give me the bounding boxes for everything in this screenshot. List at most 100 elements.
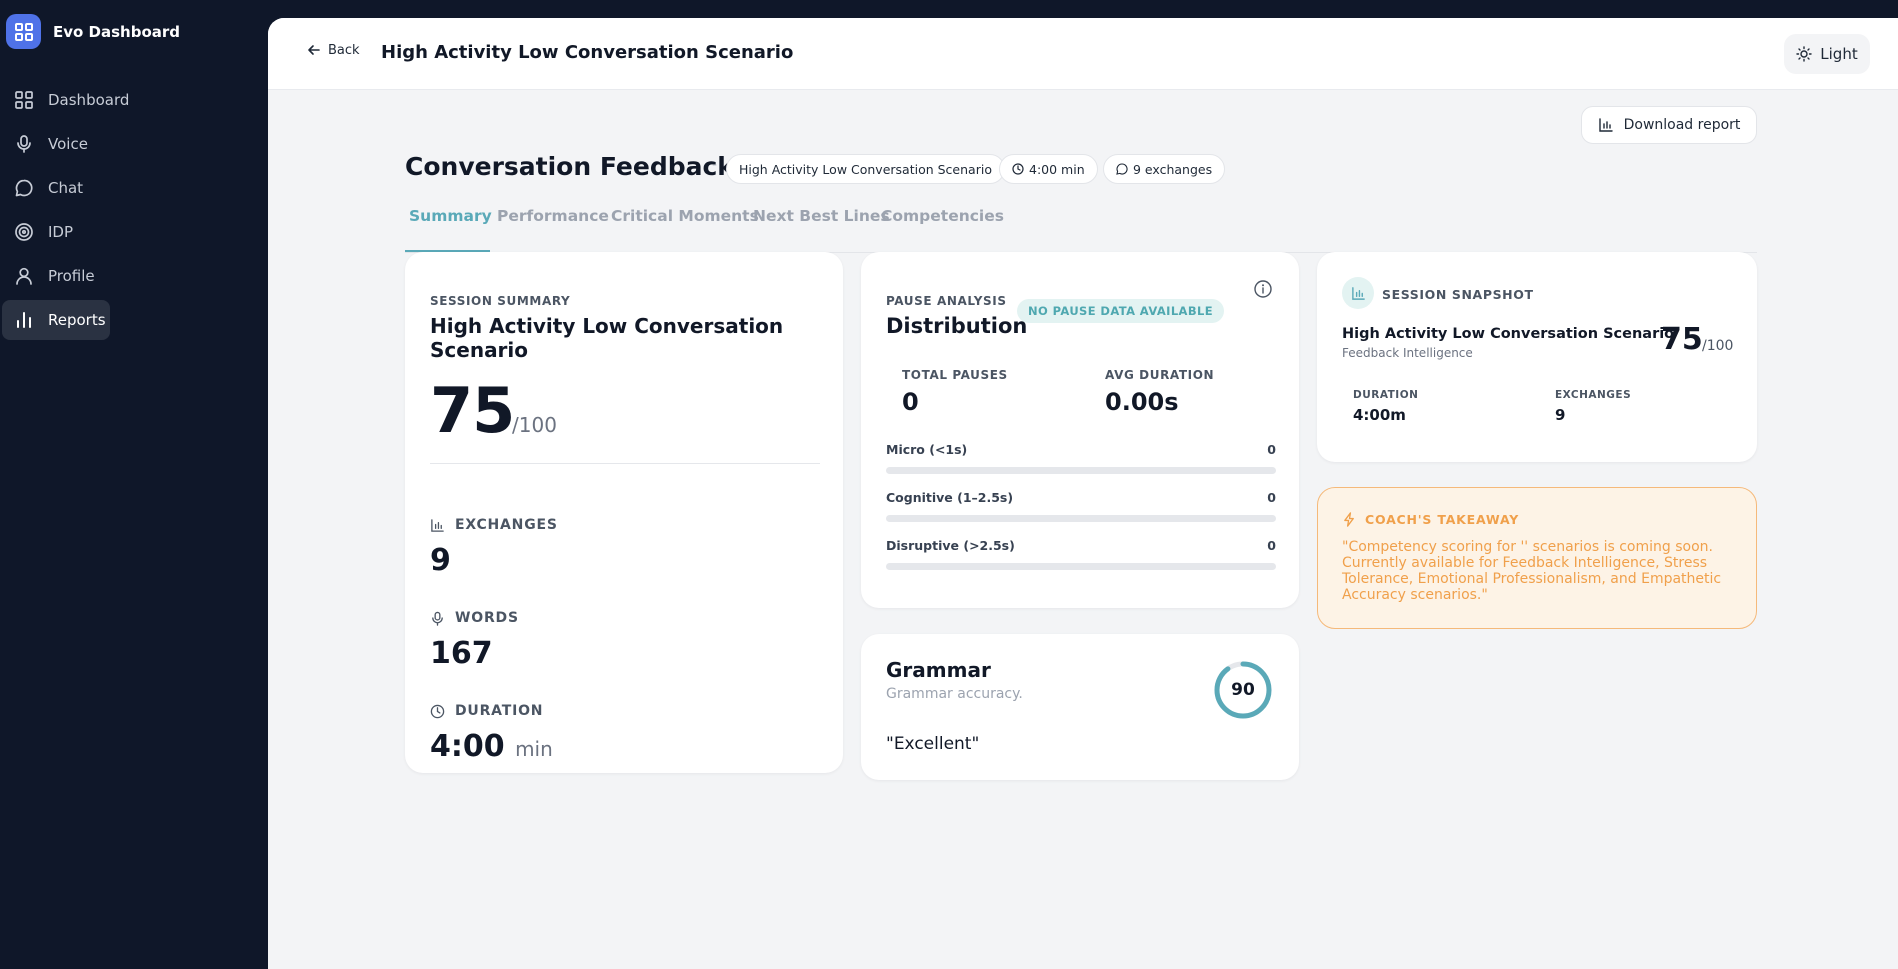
info-icon[interactable] <box>1253 279 1273 303</box>
grammar-title: Grammar <box>886 658 991 682</box>
user-icon <box>16 267 32 285</box>
duration-stat-label: DURATION <box>430 703 543 719</box>
bar-chart-icon <box>431 518 444 532</box>
session-snapshot-card: SESSION SNAPSHOT High Activity Low Conve… <box>1317 252 1757 462</box>
sidebar-item-dashboard[interactable]: Dashboard <box>2 80 129 120</box>
exchanges-chip-label: 9 exchanges <box>1133 161 1213 177</box>
session-summary-card: SESSION SUMMARY High Activity Low Conver… <box>405 252 843 773</box>
app-name: Evo Dashboard <box>53 22 181 41</box>
exchanges-value: 9 <box>430 543 451 578</box>
session-score-max: /100 <box>512 413 557 437</box>
exchanges-stat-label: EXCHANGES <box>430 517 558 533</box>
snapshot-label: SESSION SNAPSHOT <box>1382 287 1534 302</box>
bar-track <box>886 515 1276 522</box>
total-pauses-label: TOTAL PAUSES <box>902 368 1008 382</box>
sidebar-item-label: Chat <box>48 179 84 197</box>
arrow-left-icon <box>308 45 320 55</box>
target-icon <box>15 223 33 241</box>
chat-bubble-icon <box>15 179 33 197</box>
bar-label: Cognitive (1–2.5s) <box>886 490 1014 505</box>
exchanges-label: EXCHANGES <box>455 517 558 533</box>
pause-analysis-label: PAUSE ANALYSIS <box>886 294 1007 308</box>
title-separator: - <box>712 157 718 173</box>
words-stat-label: WORDS <box>430 610 519 626</box>
sidebar-nav: Dashboard Voice Chat IDP Profile Reports <box>2 80 264 344</box>
bar-value: 0 <box>1267 490 1276 505</box>
snapshot-score-max: /100 <box>1702 338 1734 354</box>
total-pauses-value: 0 <box>902 388 919 416</box>
session-summary-label: SESSION SUMMARY <box>430 294 571 308</box>
no-data-badge: NO PAUSE DATA AVAILABLE <box>1017 299 1225 323</box>
bar-label: Disruptive (>2.5s) <box>886 538 1015 553</box>
tab-next-best-lines[interactable]: Next Best Lines <box>753 204 890 252</box>
sidebar-item-profile[interactable]: Profile <box>2 256 110 296</box>
sidebar-item-reports[interactable]: Reports <box>2 300 110 340</box>
download-report-button[interactable]: Download report <box>1581 106 1757 144</box>
sidebar-item-voice[interactable]: Voice <box>2 124 110 164</box>
grammar-card: Grammar Grammar accuracy. 90 "Excellent" <box>861 634 1299 780</box>
back-label: Back <box>328 42 360 58</box>
main-panel: Back High Activity Low Conversation Scen… <box>268 18 1898 969</box>
scenario-chip-label: High Activity Low Conversation Scenario <box>739 161 992 177</box>
download-label: Download report <box>1623 117 1741 133</box>
sidebar-item-idp[interactable]: IDP <box>2 212 110 252</box>
duration-number: 4:00 <box>430 729 505 764</box>
coach-takeaway-card: COACH'S TAKEAWAY "Competency scoring for… <box>1317 487 1757 629</box>
tab-performance[interactable]: Performance <box>497 204 609 252</box>
duration-unit: min <box>515 737 553 761</box>
chat-bubble-icon <box>1116 163 1128 175</box>
header-title: High Activity Low Conversation Scenario <box>381 42 794 63</box>
distribution-title: Distribution <box>886 314 1028 338</box>
sidebar-item-label: Reports <box>48 311 106 329</box>
duration-label: DURATION <box>455 703 544 719</box>
sidebar: Evo Dashboard Dashboard Voice Chat IDP P… <box>0 0 268 969</box>
exchanges-chip: 9 exchanges <box>1103 154 1226 184</box>
session-summary-title: High Activity Low Conversation Scenario <box>430 314 784 362</box>
bar-chart-icon <box>17 312 31 328</box>
duration-chip: 4:00 min <box>999 154 1098 184</box>
scenario-chip: High Activity Low Conversation Scenario <box>726 154 1005 184</box>
words-value: 167 <box>430 636 493 671</box>
tab-summary[interactable]: Summary <box>405 204 492 252</box>
sidebar-item-label: IDP <box>48 223 74 241</box>
grid-icon <box>15 91 33 109</box>
bar-value: 0 <box>1267 442 1276 457</box>
grammar-quote: "Excellent" <box>886 734 980 754</box>
divider <box>430 463 820 464</box>
sidebar-item-chat[interactable]: Chat <box>2 168 110 208</box>
theme-label: Light <box>1820 45 1858 63</box>
sun-icon <box>1796 46 1812 62</box>
pause-bar-cognitive: Cognitive (1–2.5s) 0 <box>886 490 1276 522</box>
words-label: WORDS <box>455 610 519 626</box>
mic-icon <box>432 611 443 626</box>
duration-chip-label: 4:00 min <box>1029 161 1085 177</box>
theme-toggle-button[interactable]: Light <box>1784 34 1870 74</box>
pause-bar-disruptive: Disruptive (>2.5s) 0 <box>886 538 1276 570</box>
snapshot-exchanges-label: EXCHANGES <box>1555 389 1632 401</box>
avg-duration-value: 0.00s <box>1105 388 1179 416</box>
clock-icon <box>1012 163 1024 175</box>
grammar-score-ring: 90 <box>1213 660 1273 720</box>
coach-text: "Competency scoring for '' scenarios is … <box>1342 539 1722 603</box>
tab-competencies[interactable]: Competencies <box>881 204 1004 252</box>
bar-value: 0 <box>1267 538 1276 553</box>
bar-label: Micro (<1s) <box>886 442 968 457</box>
snapshot-duration-label: DURATION <box>1353 389 1419 401</box>
tab-critical-moments[interactable]: Critical Moments <box>611 204 759 252</box>
sidebar-item-label: Dashboard <box>48 91 130 109</box>
bar-chart-icon <box>1342 277 1374 309</box>
lightning-icon <box>1344 512 1354 527</box>
pause-analysis-card: PAUSE ANALYSIS Distribution NO PAUSE DAT… <box>861 252 1299 608</box>
bar-chart-icon <box>1598 118 1613 132</box>
back-button[interactable]: Back <box>306 42 360 58</box>
snapshot-subtitle: Feedback Intelligence <box>1342 346 1473 360</box>
page-title: Conversation Feedback <box>405 152 734 181</box>
sidebar-item-label: Voice <box>48 135 88 153</box>
brand[interactable]: Evo Dashboard <box>6 14 180 49</box>
avg-duration-label: AVG DURATION <box>1105 368 1215 382</box>
snapshot-exchanges-value: 9 <box>1555 406 1566 424</box>
grammar-score: 90 <box>1231 680 1255 700</box>
feedback-tabs: Summary Performance Critical Moments Nex… <box>405 204 1757 253</box>
sidebar-item-label: Profile <box>48 267 95 285</box>
pause-bar-micro: Micro (<1s) 0 <box>886 442 1276 474</box>
